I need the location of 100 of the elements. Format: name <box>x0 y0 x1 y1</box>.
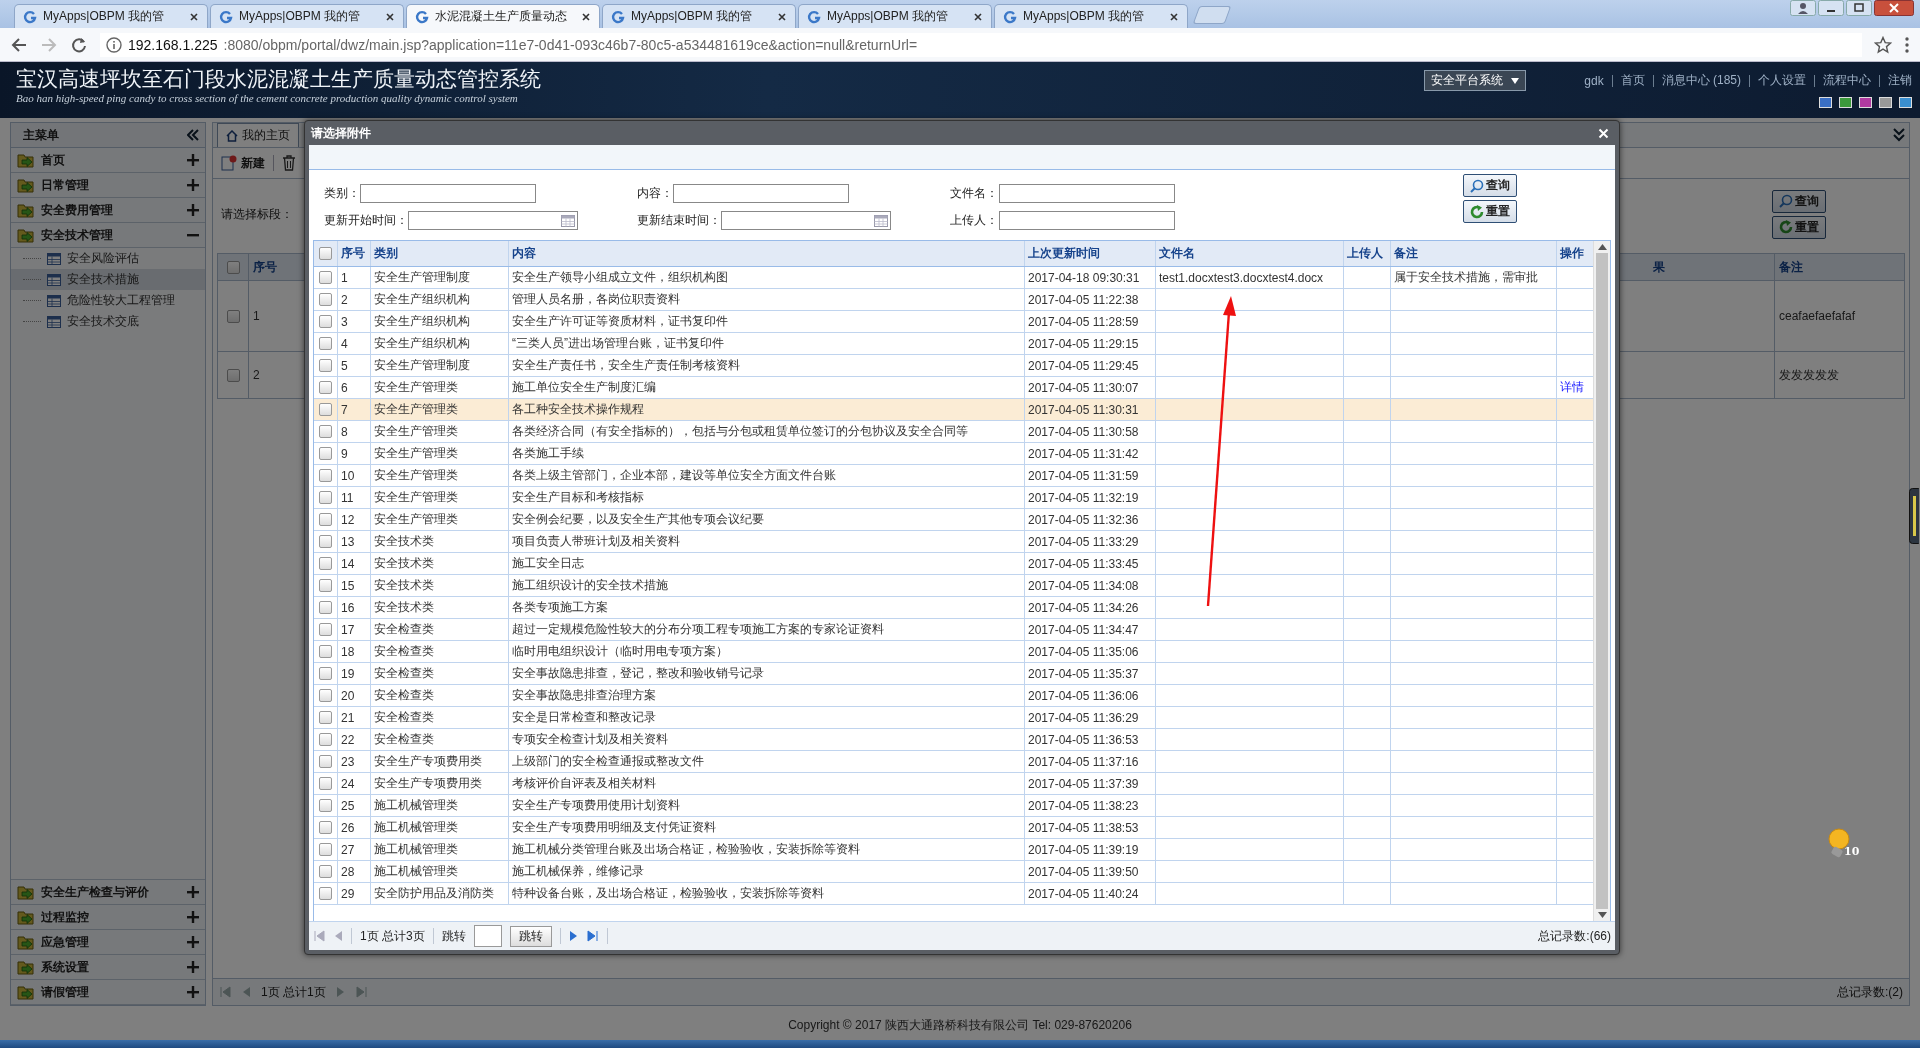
close-icon[interactable] <box>1169 11 1179 22</box>
header-link[interactable]: 首页 <box>1620 72 1645 89</box>
reload-icon[interactable] <box>70 35 88 54</box>
checkbox[interactable] <box>319 381 332 394</box>
menu-icon[interactable] <box>1904 35 1910 54</box>
checkbox[interactable] <box>319 513 332 526</box>
table-row[interactable]: 26 施工机械管理类 安全生产专项费用明细及支付凭证资料 2017-04-05 11:38:53 <box>314 817 1593 839</box>
table-row[interactable]: 18 安全检查类 临时用电组织设计（临时用电专项方案） 2017-04-05 11:35:06 <box>314 641 1593 663</box>
checkbox[interactable] <box>319 887 332 900</box>
new-button[interactable]: 新建 <box>221 154 265 172</box>
checkbox[interactable] <box>319 315 332 328</box>
checkbox[interactable] <box>319 601 332 614</box>
table-row[interactable]: 7 安全生产管理类 各工种安全技术操作规程 2017-04-05 11:30:31 <box>314 399 1593 421</box>
reset-button[interactable]: 重置 <box>1772 215 1826 239</box>
reset-button[interactable]: 重置 <box>1463 200 1517 223</box>
input-field[interactable] <box>999 211 1175 230</box>
checkbox[interactable] <box>319 447 332 460</box>
header-link[interactable]: 个人设置 <box>1758 72 1806 89</box>
last-page-icon[interactable] <box>586 930 599 942</box>
table-row[interactable]: 12 安全生产管理类 安全例会纪要，以及安全生产其他专项会议纪要 2017-04-05 11:32:36 <box>314 509 1593 531</box>
table-row[interactable]: 3 安全生产组织机构 安全生产许可证等资质材料，证书复印件 2017-04-05 11:28:59 <box>314 311 1593 333</box>
checkbox[interactable] <box>319 359 332 372</box>
side-handle-icon[interactable] <box>1909 488 1919 544</box>
table-row[interactable]: 14 安全技术类 施工安全日志 2017-04-05 11:33:45 <box>314 553 1593 575</box>
page-number-field[interactable] <box>473 925 502 947</box>
last-page-icon[interactable] <box>355 986 368 998</box>
theme-swatch[interactable] <box>1859 97 1872 108</box>
search-button[interactable]: 查询 <box>1463 174 1517 197</box>
header-link[interactable]: 流程中心 <box>1823 72 1871 89</box>
table-row[interactable]: 24 安全生产专项费用类 考核评价自评表及相关材料 2017-04-05 11:37:39 <box>314 773 1593 795</box>
system-select[interactable]: 安全平台系统 <box>1424 70 1527 91</box>
checkbox[interactable] <box>319 623 332 636</box>
browser-tab[interactable]: MyApps|OBPM 我的管 <box>14 4 208 28</box>
checkbox[interactable] <box>319 425 332 438</box>
close-icon[interactable] <box>1874 0 1914 16</box>
table-row[interactable]: 11 安全生产管理类 安全生产目标和考核指标 2017-04-05 11:32:19 <box>314 487 1593 509</box>
checkbox[interactable] <box>319 799 332 812</box>
new-tab-button[interactable] <box>1192 6 1232 24</box>
header-link[interactable]: 消息中心 (185) <box>1661 72 1741 89</box>
user-icon[interactable] <box>1790 0 1816 16</box>
table-row[interactable]: 25 施工机械管理类 安全生产专项费用使用计划资料 2017-04-05 11:38:23 <box>314 795 1593 817</box>
close-icon[interactable] <box>973 11 983 22</box>
checkbox[interactable] <box>319 557 332 570</box>
previous-page-icon[interactable] <box>333 930 343 942</box>
expand-icon[interactable] <box>187 154 199 166</box>
expand-icon[interactable] <box>187 911 199 923</box>
checkbox[interactable] <box>319 491 332 504</box>
back-icon[interactable] <box>10 35 28 54</box>
table-row[interactable]: 4 安全生产组织机构 “三类人员”进出场管理台账，证书复印件 2017-04-05 11:29:15 <box>314 333 1593 355</box>
input-field[interactable] <box>999 184 1175 203</box>
date-field[interactable] <box>721 211 891 230</box>
table-row[interactable]: 2 安全生产组织机构 管理人员名册，各岗位职责资料 2017-04-05 11:22:38 <box>314 289 1593 311</box>
table-row[interactable]: 9 安全生产管理类 各类施工手续 2017-04-05 11:31:42 <box>314 443 1593 465</box>
scroll-up-icon[interactable] <box>1597 244 1607 250</box>
table-row[interactable]: 8 安全生产管理类 各类经济合同（有安全指标的），包括与分包或租赁单位签订的分包协议及安全合同等 2017-04-05 11:30:58 <box>314 421 1593 443</box>
table-row[interactable]: 15 安全技术类 施工组织设计的安全技术措施 2017-04-05 11:34:08 <box>314 575 1593 597</box>
checkbox[interactable] <box>319 579 332 592</box>
close-icon[interactable] <box>189 11 199 22</box>
checkbox[interactable] <box>319 755 332 768</box>
browser-tab[interactable]: MyApps|OBPM 我的管 <box>210 4 404 28</box>
first-page-icon[interactable] <box>219 986 231 998</box>
next-page-icon[interactable] <box>335 986 346 998</box>
next-page-icon[interactable] <box>568 930 579 942</box>
expand-icon[interactable] <box>187 986 199 998</box>
theme-swatch[interactable] <box>1879 97 1892 108</box>
page-tab[interactable]: 我的主页 <box>217 123 299 147</box>
checkbox[interactable] <box>319 733 332 746</box>
checkbox[interactable] <box>319 865 332 878</box>
theme-swatch[interactable] <box>1819 97 1832 108</box>
header-link[interactable]: 注销 <box>1888 72 1912 89</box>
checkbox[interactable] <box>319 711 332 724</box>
expand-icon[interactable] <box>187 179 199 191</box>
date-field[interactable] <box>408 211 578 230</box>
table-row[interactable]: 22 安全检查类 专项安全检查计划及相关资料 2017-04-05 11:36:53 <box>314 729 1593 751</box>
notification-bulb[interactable]: 10 <box>1826 828 1860 858</box>
checkbox[interactable] <box>319 821 332 834</box>
table-row[interactable]: 19 安全检查类 安全事故隐患排查，登记，整改和验收销号记录 2017-04-05 11:35:37 <box>314 663 1593 685</box>
table-row[interactable]: 10 安全生产管理类 各类上级主管部门，企业本部，建设等单位安全方面文件台账 2017-04-05 11:31:59 <box>314 465 1593 487</box>
close-icon[interactable] <box>581 11 591 22</box>
checkbox[interactable] <box>226 368 240 382</box>
detail-link[interactable]: 详情 <box>1560 379 1584 396</box>
checkbox[interactable] <box>319 689 332 702</box>
collapse-sidebar-icon[interactable] <box>187 129 199 141</box>
previous-page-icon[interactable] <box>241 986 251 998</box>
expand-icon[interactable] <box>187 961 199 973</box>
scrollbar[interactable] <box>1593 241 1610 921</box>
checkbox[interactable] <box>226 309 240 323</box>
table-row[interactable]: 17 安全检查类 超过一定规模危险性较大的分布分项工程专项施工方案的专家论证资料 2017-04-05 11:34:47 <box>314 619 1593 641</box>
table-row[interactable]: 5 安全生产管理制度 安全生产责任书，安全生产责任制考核资料 2017-04-05 11:29:45 <box>314 355 1593 377</box>
browser-tab[interactable]: 水泥混凝土生产质量动态 <box>406 4 600 28</box>
first-page-icon[interactable] <box>313 930 325 942</box>
checkbox[interactable] <box>319 469 332 482</box>
table-row[interactable]: 16 安全技术类 各类专项施工方案 2017-04-05 11:34:26 <box>314 597 1593 619</box>
table-row[interactable]: 13 安全技术类 项目负责人带班计划及相关资料 2017-04-05 11:33:29 <box>314 531 1593 553</box>
table-row[interactable]: 1 安全生产管理制度 安全生产领导小组成立文件，组织机构图 2017-04-18 09:30:31 test1.docxtest3.docxtest4.docx 属于安全技术措施，需审批 <box>314 267 1593 289</box>
close-icon[interactable] <box>777 11 787 22</box>
checkbox[interactable] <box>226 260 240 274</box>
jump-button[interactable]: 跳转 <box>509 925 552 947</box>
header-link[interactable]: gdk <box>1584 73 1604 88</box>
checkbox[interactable] <box>319 535 332 548</box>
